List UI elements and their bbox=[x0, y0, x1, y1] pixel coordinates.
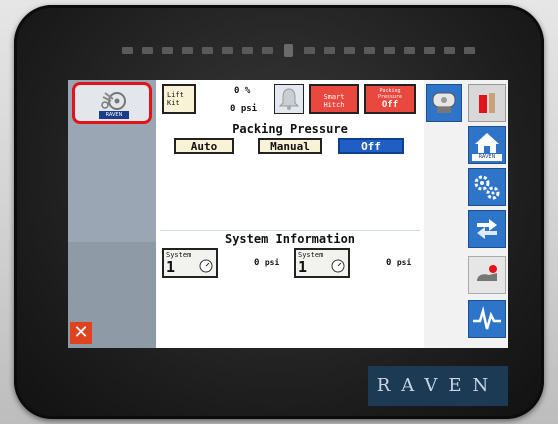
bell-icon bbox=[278, 88, 300, 110]
system-1-value: 0 psi bbox=[254, 258, 279, 268]
lift-percent: 0 % bbox=[234, 86, 251, 96]
alarm-button[interactable] bbox=[274, 84, 304, 114]
main-panel: Lift Kit 0 % 0 psi Smart Hitch Packing P… bbox=[160, 80, 420, 348]
close-icon[interactable]: ✕ bbox=[70, 322, 92, 344]
lift-pressure: 0 psi bbox=[230, 104, 258, 114]
sprayer-tile[interactable] bbox=[426, 84, 462, 122]
nav-diagnostics-button[interactable] bbox=[468, 300, 506, 338]
lift-kit-label: Lift Kit bbox=[167, 91, 184, 107]
system-2-value-number: 0 bbox=[386, 258, 392, 268]
packing-pressure-state: Off bbox=[381, 100, 399, 110]
system-2-value-unit: psi bbox=[396, 258, 412, 267]
right-nav-panel: RAVEN bbox=[424, 80, 508, 348]
display-screen: RAVEN ✕ Lift Kit 0 % 0 psi Smart Hitch P… bbox=[68, 80, 508, 348]
system-info-title: System Information bbox=[224, 232, 356, 246]
left-column: RAVEN ✕ bbox=[68, 80, 156, 348]
gauge-icon bbox=[199, 259, 213, 273]
section-divider bbox=[160, 230, 420, 231]
system-2-value: 0 psi bbox=[386, 258, 411, 268]
nav-settings-button[interactable] bbox=[468, 168, 506, 206]
implement-icon bbox=[479, 93, 495, 113]
system-1-value-number: 0 bbox=[254, 258, 260, 268]
tractor-icon bbox=[101, 92, 126, 110]
arrows-swap-icon bbox=[477, 219, 497, 239]
tile-raven-logo: RAVEN bbox=[99, 111, 129, 119]
gears-icon bbox=[474, 175, 500, 200]
packing-pressure-button[interactable]: Packing Pressure Off bbox=[364, 84, 416, 114]
smart-hitch-label: Smart Hitch bbox=[323, 93, 345, 109]
mode-auto-button[interactable]: Auto bbox=[174, 138, 234, 154]
mode-off-button[interactable]: Off bbox=[338, 138, 404, 154]
pulse-icon bbox=[473, 306, 501, 330]
home-raven-badge: RAVEN bbox=[472, 154, 502, 161]
bezel-raven-logo: RAVEN bbox=[368, 366, 508, 406]
hand-icon bbox=[477, 265, 497, 281]
smart-hitch-button[interactable]: Smart Hitch bbox=[309, 84, 359, 114]
packing-pressure-title: Packing Pressure bbox=[232, 122, 348, 136]
nav-home-button[interactable]: RAVEN bbox=[468, 126, 506, 164]
status-led-strip bbox=[122, 44, 482, 57]
nav-manual-button[interactable] bbox=[468, 256, 506, 294]
system-1-gauge-button[interactable]: System 1 bbox=[162, 248, 218, 278]
mode-manual-button[interactable]: Manual bbox=[258, 138, 322, 154]
system-2-gauge-button[interactable]: System 1 bbox=[294, 248, 350, 278]
gauge-icon bbox=[331, 259, 345, 273]
sprayer-icon bbox=[432, 92, 456, 113]
system-1-value-unit: psi bbox=[264, 258, 280, 267]
nav-implement-button[interactable] bbox=[468, 84, 506, 122]
nav-swap-button[interactable] bbox=[468, 210, 506, 248]
app-launcher-tile[interactable]: RAVEN bbox=[72, 82, 152, 124]
lift-kit-button[interactable]: Lift Kit bbox=[162, 84, 196, 114]
